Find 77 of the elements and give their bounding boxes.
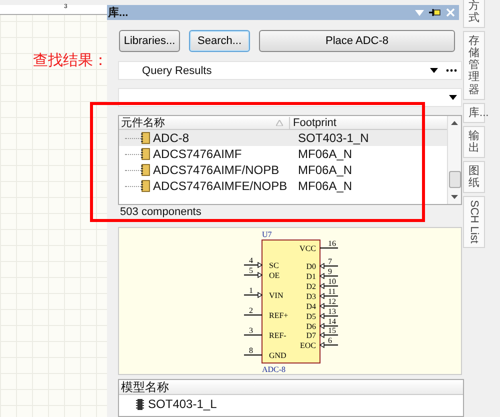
pin-number: 11 <box>328 287 336 296</box>
pin-label: D5 <box>306 312 316 321</box>
pin-label: SC <box>269 261 279 270</box>
side-tab[interactable]: 库... <box>463 102 486 123</box>
pin-label: D6 <box>306 322 316 331</box>
component-icon <box>141 148 150 160</box>
column-header[interactable]: Footprint <box>289 116 336 128</box>
component-row[interactable]: ADC-8 SOT403-1_N <box>119 130 448 146</box>
pin-number: 4 <box>249 256 254 265</box>
footprint-name: MF06A_N <box>297 147 352 161</box>
pin-label: GND <box>269 351 286 360</box>
pin-number: 14 <box>328 317 336 326</box>
side-tab[interactable]: 图纸 <box>463 160 486 194</box>
more-icon[interactable] <box>446 69 458 72</box>
library-dropdown[interactable]: Query Results <box>118 61 462 80</box>
scroll-up-icon[interactable] <box>451 121 458 125</box>
column-header[interactable]: 模型名称 <box>121 378 170 396</box>
pin-number: 9 <box>328 267 332 276</box>
panel-title: 库... <box>108 6 128 20</box>
pin-number: 16 <box>328 239 336 248</box>
pin-number: 12 <box>328 297 336 306</box>
component-icon <box>141 180 150 192</box>
pin-label: D7 <box>306 331 316 340</box>
caret-icon <box>449 95 458 100</box>
panel-button[interactable]: Search... <box>189 30 250 52</box>
pin-label: REF+ <box>269 311 288 320</box>
footprint-name: MF06A_N <box>297 179 352 193</box>
pin-label: D3 <box>306 292 316 301</box>
side-tab[interactable]: 存储管理器 <box>463 31 486 100</box>
component-name: ADC-8 <box>152 131 190 145</box>
side-tab[interactable]: 方式 <box>463 0 486 28</box>
pin-number: 7 <box>328 257 332 266</box>
scroll-down-icon[interactable] <box>451 195 458 199</box>
side-tab[interactable]: 输出 <box>463 126 486 158</box>
model-row[interactable]: SOT403-1_L <box>119 395 464 411</box>
sort-icon <box>276 120 284 126</box>
pin-label: OE <box>269 271 280 280</box>
pin-label: REF- <box>269 331 286 340</box>
pin-number: 3 <box>249 326 254 335</box>
pin-number: 5 <box>249 266 254 275</box>
panel-button[interactable]: Place ADC-8 <box>259 30 456 52</box>
caret-icon <box>430 68 438 73</box>
scroll-thumb[interactable] <box>448 170 461 188</box>
pin-label: D0 <box>306 262 316 271</box>
component-name: ADCS7476AIMF <box>152 147 243 161</box>
component-name: ADCS7476AIMFE/NOPB <box>152 179 288 193</box>
scrollbar[interactable] <box>447 116 462 204</box>
designator: U7 <box>262 230 272 239</box>
pin-number: 10 <box>328 277 336 286</box>
chip-icon <box>136 398 144 410</box>
component-name: ADC-8 <box>262 365 286 374</box>
column-header[interactable]: 元件名称 <box>119 115 276 130</box>
pin-number: 1 <box>249 286 254 295</box>
component-name: ADCS7476AIMF/NOPB <box>152 163 280 177</box>
panel-button[interactable]: Libraries... <box>119 30 180 52</box>
pin-icon[interactable] <box>429 8 442 17</box>
footprint-name: MF06A_N <box>297 163 352 177</box>
component-row[interactable]: ADCS7476AIMF MF06A_N <box>119 146 448 162</box>
pin-label: D4 <box>306 302 316 311</box>
pin-number: 15 <box>328 326 336 335</box>
component-icon <box>141 132 150 144</box>
side-tab[interactable]: SCH List <box>463 196 486 248</box>
pin-label: D1 <box>306 272 316 281</box>
pin-label: VCC <box>300 244 316 253</box>
pin-number: 2 <box>249 306 254 315</box>
component-row[interactable]: ADCS7476AIMF/NOPB MF06A_N <box>119 162 448 178</box>
footprint-name: SOT403-1_N <box>297 131 369 145</box>
annotation-text: 查找结果： <box>33 51 108 70</box>
component-count: 503 components <box>120 206 202 218</box>
pin-label: EOC <box>300 341 316 350</box>
pin-number: 13 <box>328 307 336 316</box>
pin-label: VIN <box>269 291 284 300</box>
component-icon <box>141 164 150 176</box>
pin-label: D2 <box>306 282 316 291</box>
component-row[interactable]: ADCS7476AIMFE/NOPB MF06A_N <box>119 178 448 194</box>
pin-number: 6 <box>328 336 332 345</box>
pin-number: 8 <box>249 346 254 355</box>
